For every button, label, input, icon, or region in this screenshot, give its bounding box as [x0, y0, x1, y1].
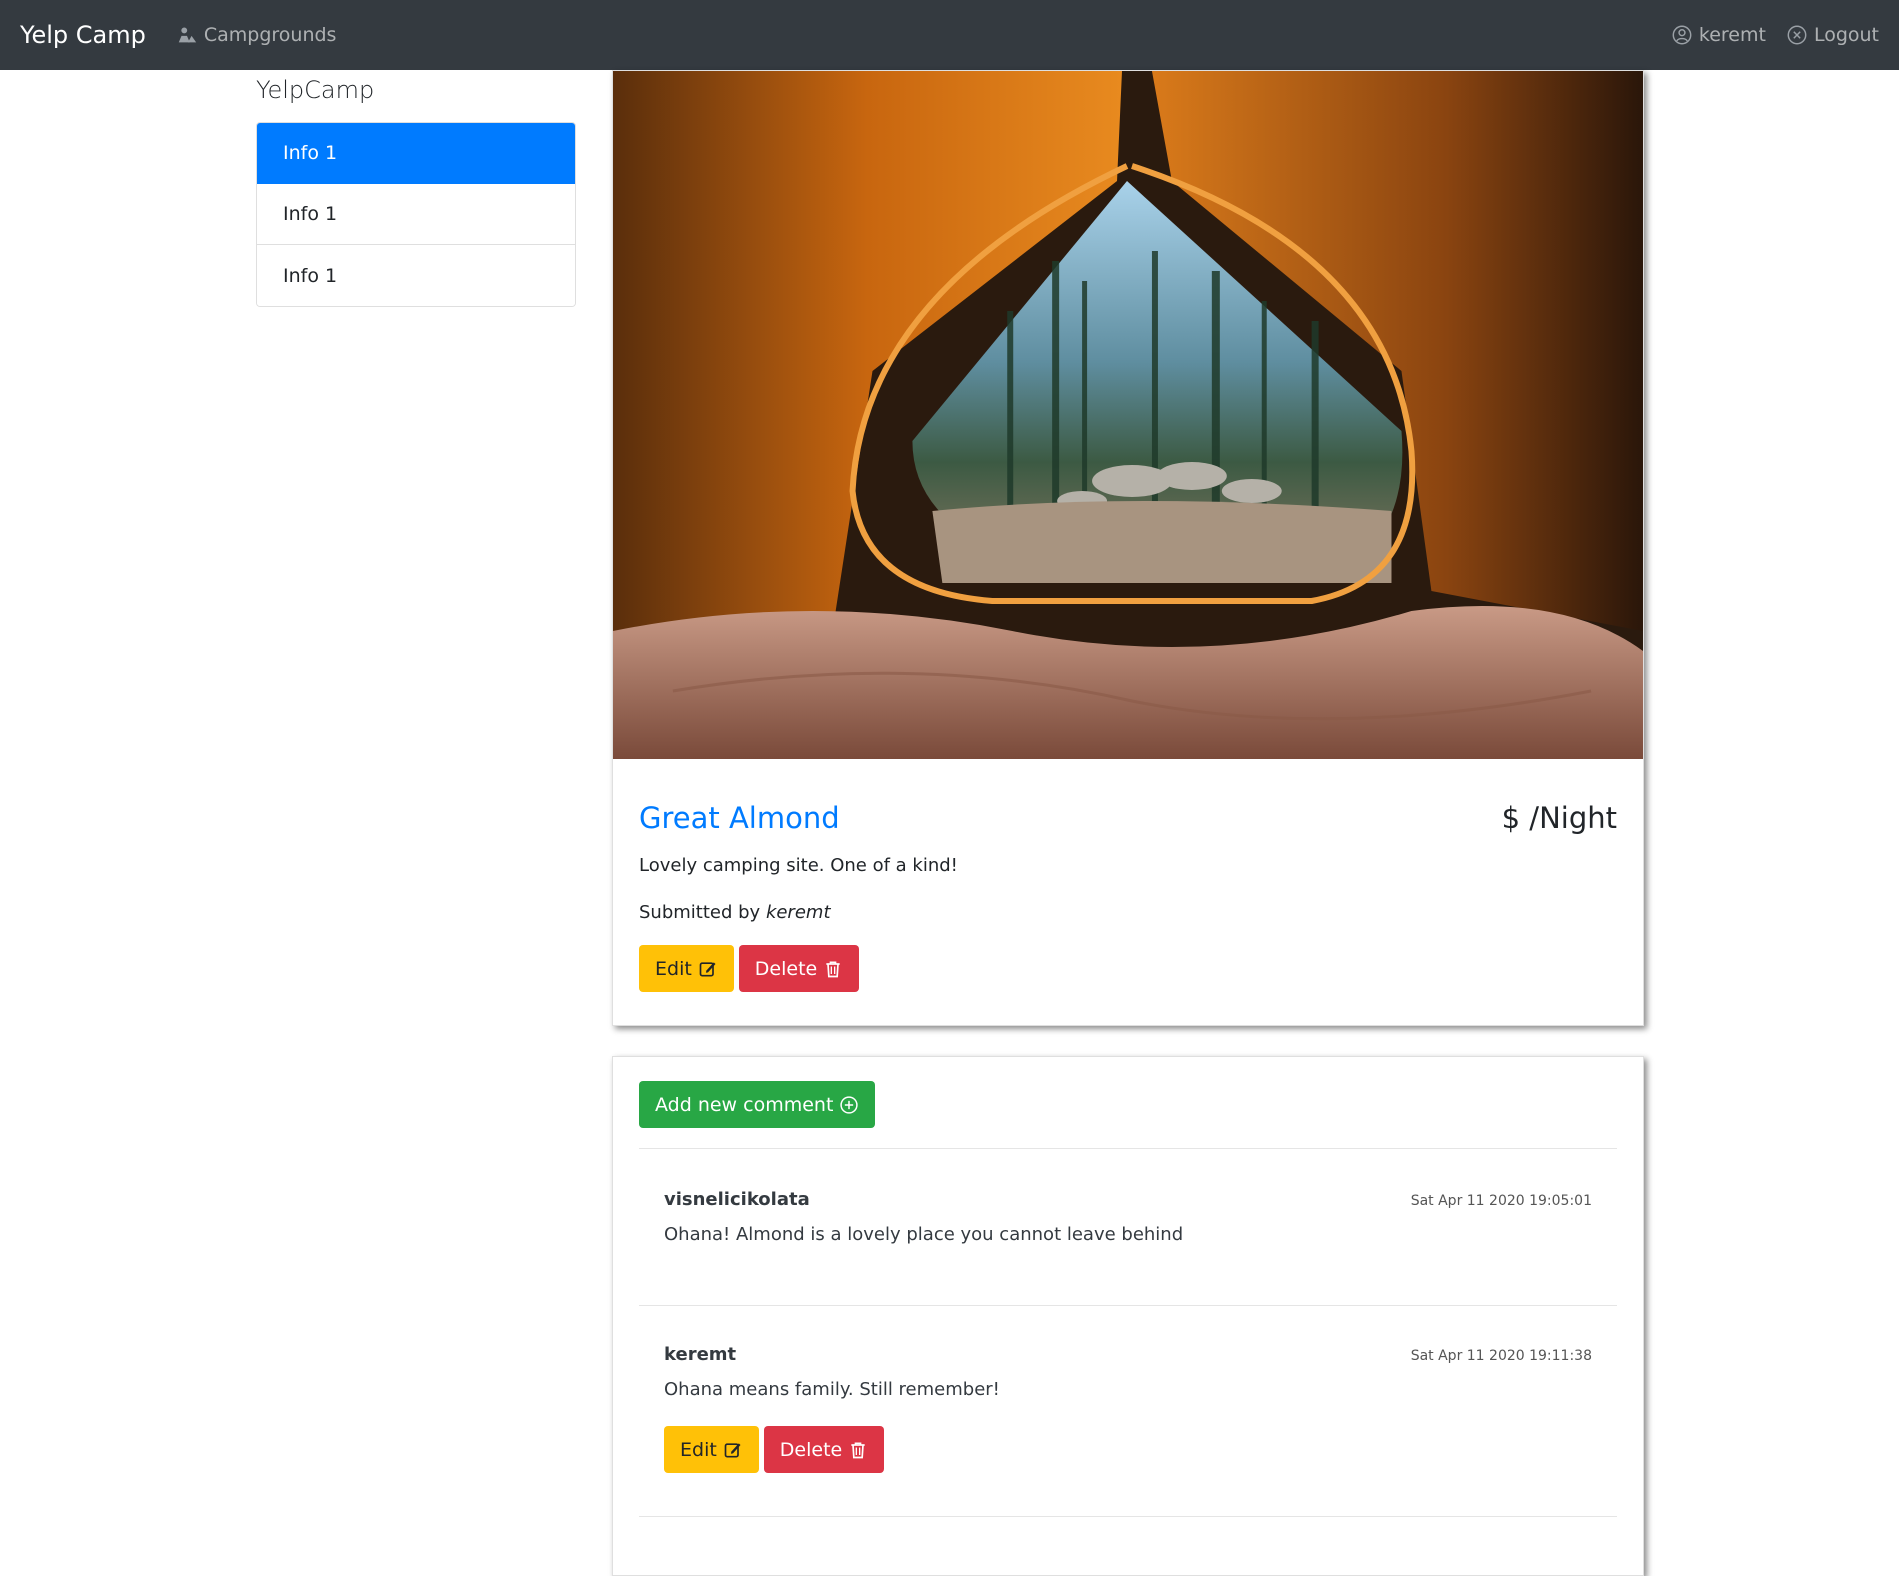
campground-title-link[interactable]: Great Almond — [639, 801, 840, 835]
sidebar-list: Info 1 Info 1 Info 1 — [256, 122, 576, 307]
plus-circle-icon — [839, 1095, 859, 1115]
comment-author: visnelicikolata — [664, 1189, 810, 1210]
trash-icon — [823, 959, 843, 979]
comment-author: keremt — [664, 1344, 737, 1365]
edit-comment-button[interactable]: Edit — [664, 1426, 759, 1473]
campground-actions: Edit Delete — [639, 945, 1617, 992]
comments-card: Add new comment visnelicikolata Sat Apr … — [612, 1056, 1644, 1576]
delete-comment-label: Delete — [779, 1438, 843, 1461]
campground-image — [613, 71, 1643, 759]
sidebar-lead: YelpCamp — [256, 76, 375, 104]
close-circle-icon — [1786, 24, 1808, 46]
comment-item: visnelicikolata Sat Apr 11 2020 19:05:01… — [639, 1169, 1617, 1305]
submitted-by-prefix: Submitted by — [639, 902, 766, 923]
edit-icon — [698, 959, 718, 979]
sidebar-item-info-2[interactable]: Info 1 — [257, 184, 575, 245]
nav-campgrounds-label: Campgrounds — [203, 24, 337, 46]
campground-title-row: Great Almond $ /Night — [639, 801, 1617, 835]
comment-date: Sat Apr 11 2020 19:05:01 — [1410, 1193, 1592, 1209]
edit-icon — [723, 1440, 743, 1460]
add-comment-button[interactable]: Add new comment — [639, 1081, 876, 1128]
campground-description: Lovely camping site. One of a kind! — [639, 855, 958, 876]
submitted-by: Submitted by keremt — [639, 902, 1617, 923]
edit-campground-button[interactable]: Edit — [639, 945, 734, 992]
trash-icon — [848, 1440, 868, 1460]
sidebar-item-info-1[interactable]: Info 1 — [257, 123, 575, 184]
brand-link[interactable]: Yelp Camp — [20, 21, 146, 49]
campground-card: Great Almond $ /Night Lovely camping sit… — [612, 70, 1644, 1026]
edit-campground-label: Edit — [655, 957, 692, 980]
comment-text: Ohana! Almond is a lovely place you cann… — [664, 1224, 1184, 1245]
nav-logout-link[interactable]: Logout — [1786, 24, 1879, 46]
campground-icon — [176, 24, 198, 46]
nav-user-link[interactable]: keremt — [1671, 24, 1766, 46]
comments-divider — [639, 1148, 1617, 1149]
navbar: Yelp Camp Campgrounds keremt Logout — [0, 0, 1899, 70]
delete-campground-label: Delete — [754, 957, 818, 980]
sidebar-item-info-3[interactable]: Info 1 — [257, 245, 575, 306]
nav-campgrounds-link[interactable]: Campgrounds — [176, 24, 337, 46]
nav-right: keremt Logout — [1671, 24, 1879, 46]
comment-text: Ohana means family. Still remember! — [664, 1379, 1000, 1400]
comment-header: visnelicikolata Sat Apr 11 2020 19:05:01 — [664, 1189, 1592, 1210]
user-circle-icon — [1671, 24, 1693, 46]
campground-price: $ /Night — [1501, 801, 1617, 835]
comments-body: Add new comment visnelicikolata Sat Apr … — [613, 1057, 1643, 1517]
delete-comment-button[interactable]: Delete — [763, 1426, 885, 1473]
delete-campground-button[interactable]: Delete — [738, 945, 860, 992]
comment-date: Sat Apr 11 2020 19:11:38 — [1410, 1348, 1592, 1364]
submitted-by-author: keremt — [765, 902, 831, 923]
add-comment-label: Add new comment — [655, 1093, 834, 1116]
comment-header: keremt Sat Apr 11 2020 19:11:38 — [664, 1344, 1592, 1365]
comment-actions: Edit Delete — [664, 1426, 1592, 1473]
nav-logout-label: Logout — [1813, 24, 1879, 46]
comment-item: keremt Sat Apr 11 2020 19:11:38 Ohana me… — [639, 1306, 1617, 1516]
comment-divider — [639, 1516, 1617, 1517]
nav-user-label: keremt — [1698, 24, 1766, 46]
sidebar: YelpCamp Info 1 Info 1 Info 1 — [256, 70, 576, 307]
edit-comment-label: Edit — [680, 1438, 717, 1461]
campground-card-body: Great Almond $ /Night Lovely camping sit… — [613, 801, 1643, 992]
